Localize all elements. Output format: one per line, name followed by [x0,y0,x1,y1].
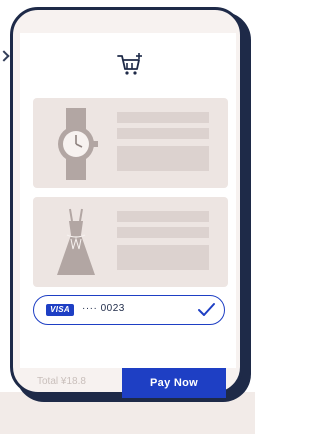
cart-item-dress[interactable] [33,197,228,287]
item-detail-placeholder [117,146,209,171]
cart-item-watch[interactable] [33,98,228,188]
payment-method-selector[interactable]: VISA ···· 0023 [33,295,225,325]
item-subtitle-placeholder [117,128,209,139]
item-title-placeholder [117,112,209,123]
item-title-placeholder [117,211,209,222]
order-total: Total ¥18.8 [37,376,86,387]
dress-icon [57,208,95,275]
visa-badge: VISA [46,304,74,316]
chevron-right-icon [0,50,10,62]
shopping-cart-add-icon[interactable] [115,50,145,80]
item-subtitle-placeholder [117,227,209,238]
pay-now-button[interactable]: Pay Now [122,368,226,398]
item-detail-placeholder [117,245,209,270]
card-number: ···· 0023 [82,303,125,314]
wristwatch-icon [58,108,98,180]
checkmark-icon [198,303,215,316]
